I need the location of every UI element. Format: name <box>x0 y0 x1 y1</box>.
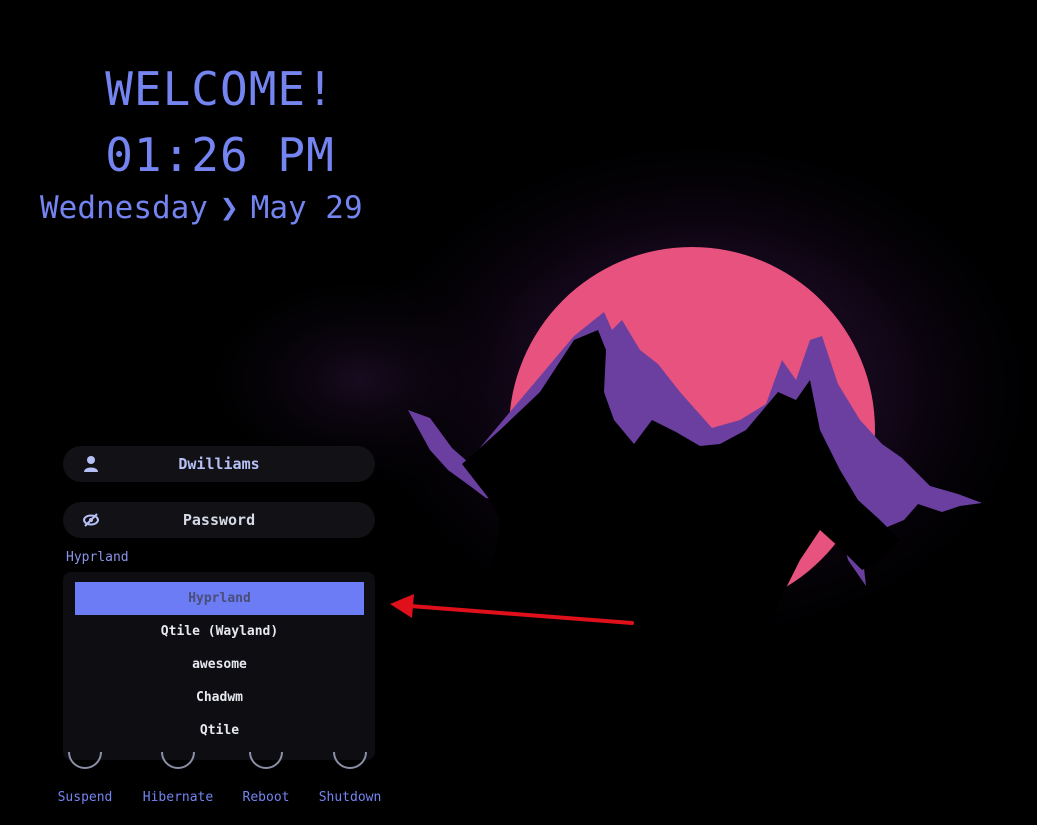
date-line: Wednesday ❯ May 29 <box>40 190 363 226</box>
reboot-label: Reboot <box>242 790 290 805</box>
suspend-label: Suspend <box>57 790 113 805</box>
date-text: May 29 <box>250 190 363 226</box>
username-value: Dwilliams <box>178 455 260 473</box>
session-selector[interactable]: Hyprland <box>66 550 129 565</box>
hibernate-icon <box>161 752 195 770</box>
shutdown-button[interactable]: Shutdown <box>314 752 386 805</box>
chevron-right-icon: ❯ <box>219 190 239 226</box>
greeter-screen: WELCOME! 01:26 PM Wednesday ❯ May 29 Dwill… <box>0 0 1037 825</box>
session-option-chadwm[interactable]: Chadwm <box>75 681 364 714</box>
clock-time: 01:26 PM <box>105 128 335 182</box>
password-field[interactable]: Password <box>63 502 375 538</box>
shutdown-icon <box>333 752 367 770</box>
session-option-qtile[interactable]: Qtile <box>75 714 364 747</box>
session-option-hyprland[interactable]: Hyprland <box>75 582 364 615</box>
suspend-icon <box>68 752 102 770</box>
shutdown-label: Shutdown <box>318 790 382 805</box>
session-option-awesome[interactable]: awesome <box>75 648 364 681</box>
session-option-qtile-wayland[interactable]: Qtile (Wayland) <box>75 615 364 648</box>
reboot-icon <box>249 752 283 770</box>
annotation-arrow <box>390 594 634 625</box>
weekday-text: Wednesday <box>40 190 208 226</box>
hibernate-button[interactable]: Hibernate <box>138 752 218 805</box>
username-field[interactable]: Dwilliams <box>63 446 375 482</box>
session-dropdown-menu: Hyprland Qtile (Wayland) awesome Chadwm … <box>63 572 375 760</box>
reboot-button[interactable]: Reboot <box>236 752 296 805</box>
welcome-heading: WELCOME! <box>105 62 335 116</box>
hibernate-label: Hibernate <box>142 790 214 805</box>
password-placeholder: Password <box>182 511 256 529</box>
suspend-button[interactable]: Suspend <box>52 752 118 805</box>
